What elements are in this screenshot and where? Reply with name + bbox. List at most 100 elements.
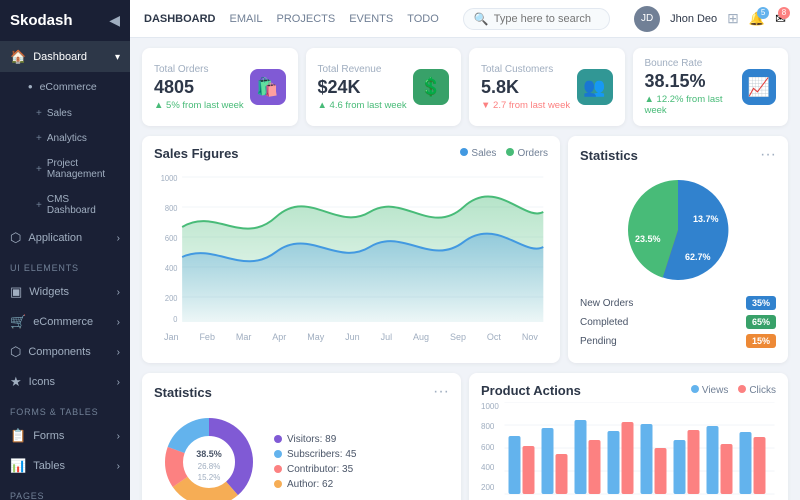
pie-chart-svg: 13.7% 23.5% 62.7% — [613, 170, 743, 290]
nav-events[interactable]: EVENTS — [349, 13, 393, 25]
sidebar-item-analytics[interactable]: + Analytics — [0, 126, 130, 151]
svg-text:1000: 1000 — [161, 174, 178, 183]
sidebar-item-dashboard[interactable]: 🏠 Dashboard ▾ — [0, 42, 130, 72]
new-orders-bar: 35% — [746, 296, 776, 310]
revenue-label: Total Revenue — [318, 64, 407, 75]
bounce-value: 38.15% — [645, 71, 742, 92]
visitors-dot — [274, 435, 282, 443]
statistics-more-button[interactable]: ··· — [760, 146, 776, 164]
sidebar-item-ecommerce2[interactable]: 🛒 eCommerce › — [0, 307, 130, 337]
logo-text: Skodash — [10, 12, 73, 29]
icons-icon: ★ — [10, 374, 22, 390]
views-legend: Views — [691, 385, 729, 396]
avatar: JD — [634, 6, 660, 32]
stat-card-orders: Total Orders 4805 ▲ 5% from last week 🛍️ — [142, 48, 298, 126]
svg-text:23.5%: 23.5% — [635, 234, 661, 244]
pages-section-label: PAGES — [0, 481, 130, 500]
author-legend: Author: 62 — [274, 479, 356, 490]
nav-todo[interactable]: TODO — [407, 13, 439, 25]
bounce-icon: 📈 — [742, 69, 776, 105]
stats-bottom-more-button[interactable]: ··· — [433, 383, 449, 401]
sidebar-item-application[interactable]: ⬡ Application › — [0, 223, 130, 253]
sidebar-ecommerce-label: eCommerce — [40, 81, 97, 93]
bounce-label: Bounce Rate — [645, 58, 742, 69]
sidebar-widgets-label: Widgets — [29, 286, 69, 298]
completed-label: Completed — [580, 317, 628, 328]
sidebar-item-sales[interactable]: + Sales — [0, 101, 130, 126]
svg-text:200: 200 — [165, 294, 178, 303]
nav-projects[interactable]: PROJECTS — [277, 13, 336, 25]
sales-legend-item: Sales — [460, 148, 496, 159]
sidebar-pm-label: Project Management — [47, 158, 120, 180]
nav-email[interactable]: EMAIL — [230, 13, 263, 25]
sidebar-icons-label: Icons — [29, 376, 55, 388]
svg-text:26.8%: 26.8% — [198, 462, 221, 471]
subscribers-legend: Subscribers: 45 — [274, 449, 356, 460]
pending-item: Pending 15% — [580, 334, 776, 348]
sidebar-logo: Skodash ◀ — [0, 0, 130, 42]
bottom-row: Statistics ··· — [142, 373, 788, 500]
contributor-dot — [274, 465, 282, 473]
search-input[interactable] — [494, 13, 599, 25]
revenue-change: ▲ 4.6 from last week — [318, 100, 407, 111]
search-box[interactable]: 🔍 — [463, 8, 610, 30]
search-icon: 🔍 — [474, 12, 489, 26]
bar-chart-svg — [503, 402, 776, 497]
subscribers-dot — [274, 450, 282, 458]
stats-bottom-title: Statistics — [154, 385, 212, 400]
contributor-legend: Contributor: 35 — [274, 464, 356, 475]
orders-label: Total Orders — [154, 64, 244, 75]
grid-icon[interactable]: ⊞ — [727, 10, 739, 27]
sidebar-components-label: Components — [28, 346, 90, 358]
visitors-label: Visitors: 89 — [287, 434, 336, 445]
author-dot — [274, 480, 282, 488]
pending-label: Pending — [580, 336, 617, 347]
new-orders-label: New Orders — [580, 298, 633, 309]
product-actions-title: Product Actions — [481, 383, 581, 398]
sidebar-tables-label: Tables — [33, 460, 65, 472]
project-icon: + — [36, 164, 42, 175]
top-navbar: DASHBOARD EMAIL PROJECTS EVENTS TODO 🔍 J… — [130, 0, 800, 38]
sidebar-item-project-management[interactable]: + Project Management — [0, 151, 130, 187]
stat-card-revenue: Total Revenue $24K ▲ 4.6 from last week … — [306, 48, 462, 126]
svg-text:38.5%: 38.5% — [196, 449, 222, 459]
bounce-change: ▲ 12.2% from last week — [645, 94, 742, 116]
sidebar-cms-label: CMS Dashboard — [47, 194, 120, 216]
orders-legend-item: Orders — [506, 148, 548, 159]
sidebar-sales-label: Sales — [47, 108, 72, 119]
statistics-top-panel: Statistics ··· — [568, 136, 788, 363]
main-content: DASHBOARD EMAIL PROJECTS EVENTS TODO 🔍 J… — [130, 0, 800, 500]
orders-icon: 🛍️ — [250, 69, 286, 105]
widgets-icon: ▣ — [10, 284, 22, 300]
contributor-label: Contributor: 35 — [287, 464, 353, 475]
message-icon-badge[interactable]: ✉ 8 — [775, 11, 786, 27]
sidebar-item-components[interactable]: ⬡ Components › — [0, 337, 130, 367]
completed-item: Completed 65% — [580, 315, 776, 329]
nav-dashboard[interactable]: DASHBOARD — [144, 13, 216, 25]
ecommerce-icon: • — [28, 79, 33, 94]
sidebar-toggle-icon[interactable]: ◀ — [109, 12, 120, 29]
sidebar-item-icons[interactable]: ★ Icons › — [0, 367, 130, 397]
svg-text:600: 600 — [165, 234, 178, 243]
sidebar-item-ecommerce[interactable]: • eCommerce — [0, 72, 130, 101]
sidebar-item-forms[interactable]: 📋 Forms › — [0, 421, 130, 451]
revenue-value: $24K — [318, 77, 407, 98]
pending-bar: 15% — [746, 334, 776, 348]
customers-value: 5.8K — [481, 77, 570, 98]
area-chart: 1000 800 600 400 200 0 — [154, 167, 548, 342]
cms-icon: + — [36, 200, 42, 211]
stats-bottom-header: Statistics ··· — [154, 383, 449, 401]
sidebar-app-label: Application — [28, 232, 82, 244]
sidebar-dashboard-label: Dashboard — [33, 51, 87, 63]
sidebar-item-tables[interactable]: 📊 Tables › — [0, 451, 130, 481]
chevron-down-icon: ▾ — [115, 52, 120, 63]
ui-elements-section-label: UI ELEMENTS — [0, 253, 130, 277]
notification-bell[interactable]: 🔔 5 — [749, 11, 765, 27]
statistics-pie: 13.7% 23.5% 62.7% — [580, 170, 776, 290]
product-bar-chart: 1000800600400200 — [481, 402, 776, 500]
chevron-right-icon-2: › — [117, 287, 120, 298]
svg-text:62.7%: 62.7% — [685, 252, 711, 262]
chevron-right-icon-4: › — [117, 347, 120, 358]
sidebar-item-cms[interactable]: + CMS Dashboard — [0, 187, 130, 223]
sidebar-item-widgets[interactable]: ▣ Widgets › — [0, 277, 130, 307]
